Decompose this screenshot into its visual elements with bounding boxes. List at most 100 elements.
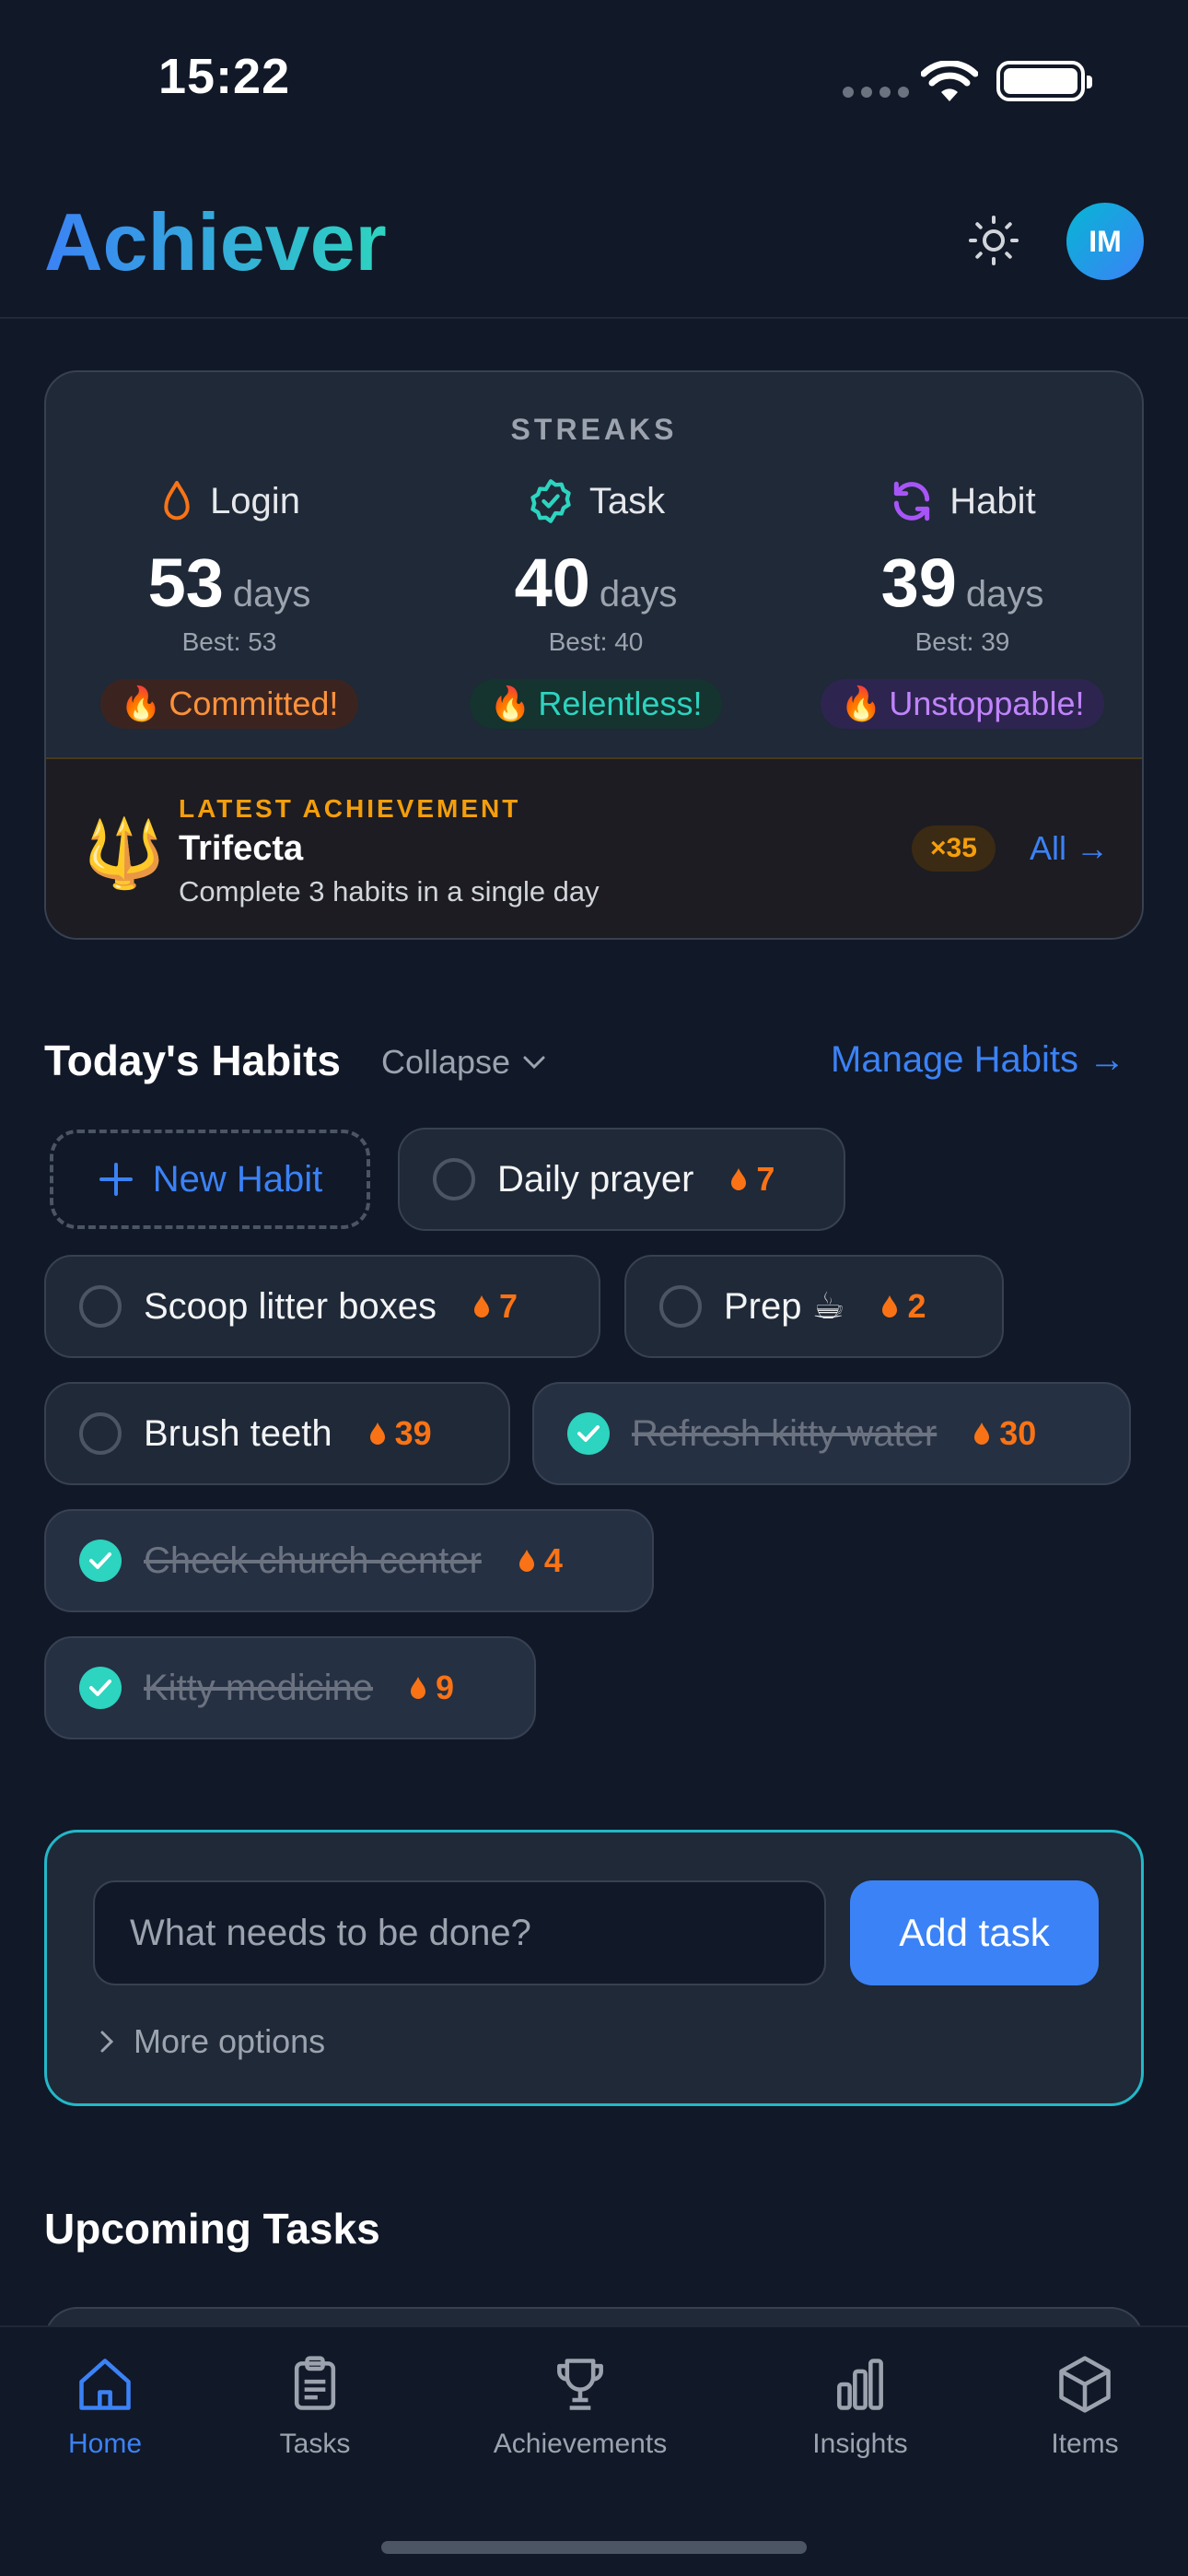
habits-title: Today's Habits [44,1036,341,1084]
habit-streak: 9 [408,1669,454,1707]
battery-icon [996,61,1092,101]
badge-check-icon [530,479,571,523]
streak-unit: days [232,574,311,615]
theme-toggle-button[interactable] [963,210,1024,271]
fire-emoji-icon: 🔥 [840,685,882,722]
habit-chip[interactable]: Scoop litter boxes 7 [44,1255,600,1358]
status-time: 15:22 [158,49,291,104]
flame-icon [410,1677,425,1699]
fire-emoji-icon: 🔥 [489,685,531,722]
signal-icon [843,87,909,98]
streaks-card: STREAKS Login 53 days Best: 53 🔥 Committ… [44,370,1144,940]
habit-streak-count: 7 [756,1160,775,1198]
cube-icon [1059,2356,1111,2413]
habit-label: Kitty medicine [144,1667,373,1708]
habit-chip-done[interactable]: Refresh kitty water 30 [532,1382,1131,1485]
streak-task: Task 40 days Best: 40 🔥 Relentless! [413,474,779,750]
habit-streak-count: 7 [498,1287,518,1325]
nav-label: Home [67,2429,143,2459]
streak-number: 40 [514,544,590,621]
flame-icon [473,1295,489,1317]
add-task-button[interactable]: Add task [850,1880,1099,1985]
badge-label: Relentless! [538,685,703,722]
nav-tasks[interactable]: Tasks [214,2353,416,2460]
achievement-label: LATEST ACHIEVEMENT [179,794,521,823]
habit-chip[interactable]: Prep ☕ 2 [624,1255,1004,1358]
more-options-toggle[interactable]: More options [99,2022,325,2061]
habit-checkbox[interactable] [659,1285,702,1328]
flame-icon [369,1423,385,1445]
sun-icon [969,216,1019,265]
habit-label: Check church center [144,1540,482,1581]
avatar[interactable]: IM [1066,203,1144,280]
trident-icon: 🔱 [83,817,166,891]
habit-chip[interactable]: Brush teeth 39 [44,1382,510,1485]
flame-icon [731,1168,747,1190]
achievement-title: Trifecta [179,829,304,868]
habit-streak: 39 [367,1414,432,1453]
streak-unit: days [965,574,1044,615]
task-input[interactable] [93,1880,826,1985]
chevron-right-icon [100,2031,114,2053]
habit-checkbox[interactable] [79,1412,122,1455]
nav-insights[interactable]: Insights [759,2353,961,2460]
app-title: Achiever [44,196,387,287]
habit-streak: 7 [728,1160,775,1199]
streak-badge: 🔥 Committed! [99,679,359,729]
collapse-toggle[interactable]: Collapse [381,1043,547,1082]
habit-chip[interactable]: Daily prayer 7 [398,1128,845,1231]
home-icon [79,2359,131,2410]
streaks-heading: STREAKS [510,413,678,446]
streak-best: Best: 40 [548,627,644,656]
streak-unit: days [599,574,678,615]
habit-checkbox[interactable] [79,1285,122,1328]
habit-label: Scoop litter boxes [144,1285,437,1327]
habit-checkbox[interactable] [433,1158,475,1200]
check-icon[interactable] [79,1667,122,1709]
habit-streak-count: 2 [907,1287,926,1325]
all-achievements-link[interactable]: All → [1030,829,1109,868]
nav-home[interactable]: Home [4,2353,206,2460]
habit-streak: 2 [879,1287,926,1326]
nav-label: Tasks [279,2429,351,2459]
check-icon[interactable] [567,1412,610,1455]
habit-streak-count: 9 [435,1669,455,1706]
clipboard-icon [294,2356,336,2410]
habit-label: Refresh kitty water [632,1412,938,1454]
flame-icon [518,1550,534,1572]
latest-achievement[interactable]: 🔱 LATEST ACHIEVEMENT Trifecta Complete 3… [46,757,1142,938]
home-indicator[interactable] [381,2541,807,2554]
status-bar: 15:22 [0,0,1188,157]
chevron-down-icon [523,1056,545,1070]
habit-streak: 7 [472,1287,518,1326]
new-habit-button[interactable]: New Habit [50,1130,370,1229]
habit-streak-count: 39 [394,1414,432,1452]
streak-number: 39 [880,544,957,621]
fire-emoji-icon: 🔥 [120,685,162,722]
collapse-label: Collapse [381,1043,511,1081]
nav-items[interactable]: Items [984,2353,1186,2460]
more-options-label: More options [134,2022,326,2060]
habit-label: Brush teeth [144,1412,332,1454]
nav-achievements[interactable]: Achievements [479,2353,681,2460]
upcoming-tasks-title: Upcoming Tasks [44,2205,380,2253]
flame-icon [974,1423,990,1445]
streak-habit: Habit 39 days Best: 39 🔥 Unstoppable! [779,474,1142,750]
habit-streak: 30 [972,1414,1036,1453]
achievement-description: Complete 3 habits in a single day [179,875,600,907]
manage-habits-link[interactable]: Manage Habits → [831,1039,1125,1081]
streak-badge: 🔥 Relentless! [469,679,723,729]
achievement-count-badge: ×35 [912,825,996,872]
nav-label: Items [1051,2429,1119,2459]
flame-outline-icon [164,481,190,521]
habit-chip-done[interactable]: Kitty medicine 9 [44,1636,536,1739]
streak-badge: 🔥 Unstoppable! [820,679,1105,729]
add-task-card: Add task More options [44,1830,1144,2106]
check-icon[interactable] [79,1540,122,1582]
badge-label: Committed! [169,685,339,722]
refresh-icon [894,481,930,521]
nav-label: Insights [812,2429,908,2459]
streak-number: 53 [147,544,224,621]
habit-chip-done[interactable]: Check church center 4 [44,1509,654,1612]
streak-best: Best: 53 [181,627,277,656]
